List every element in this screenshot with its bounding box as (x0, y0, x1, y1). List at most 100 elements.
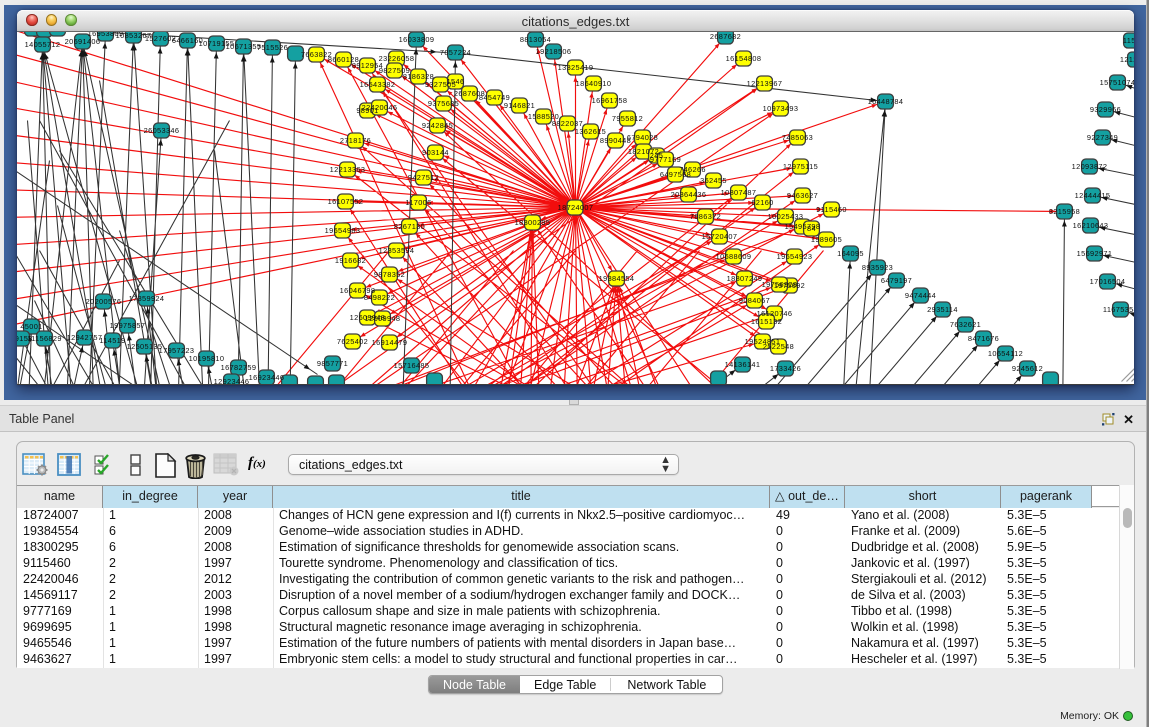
svg-text:1546: 1546 (447, 76, 465, 85)
svg-text:8215958: 8215958 (1049, 206, 1080, 215)
svg-text:20200576: 20200576 (86, 296, 122, 305)
svg-text:12213363: 12213363 (330, 164, 366, 173)
svg-text:15751074: 15751074 (1100, 77, 1134, 86)
svg-text:14055712: 14055712 (25, 39, 61, 48)
svg-text:7955812: 7955812 (612, 113, 643, 122)
svg-text:16961758: 16961758 (592, 95, 628, 104)
svg-text:9463627: 9463627 (787, 190, 818, 199)
svg-text:10973493: 10973493 (763, 103, 799, 112)
svg-text:14136141: 14136141 (725, 359, 761, 368)
svg-text:18300295: 18300295 (515, 217, 551, 226)
svg-text:16543382: 16543382 (360, 79, 396, 88)
svg-text:362455: 362455 (700, 175, 727, 184)
svg-text:84: 84 (807, 223, 816, 232)
svg-text:16448784: 16448784 (868, 96, 904, 105)
svg-text:10025433: 10025433 (768, 211, 804, 220)
svg-text:45001: 45001 (20, 321, 42, 330)
svg-text:12923446: 12923446 (214, 376, 250, 384)
svg-text:19384554: 19384554 (599, 273, 635, 282)
svg-text:8935923: 8935923 (862, 262, 893, 271)
svg-text:9329966: 9329966 (1090, 104, 1121, 113)
svg-text:19975857: 19975857 (110, 320, 146, 329)
svg-text:18724007: 18724007 (558, 202, 594, 211)
svg-text:1989605: 1989605 (811, 234, 842, 243)
svg-text:22420046: 22420046 (362, 102, 398, 111)
svg-text:15716485: 15716485 (394, 360, 430, 369)
svg-text:10807487: 10807487 (721, 187, 757, 196)
svg-text:10688609: 10688609 (716, 251, 752, 260)
svg-text:9857771: 9857771 (317, 358, 348, 367)
svg-text:12609948: 12609948 (365, 313, 401, 322)
svg-text:18807249: 18807249 (727, 273, 763, 282)
svg-text:8498222: 8498222 (364, 292, 395, 301)
svg-text:16107552: 16107552 (328, 196, 364, 205)
svg-text:6794028: 6794028 (627, 132, 658, 141)
svg-text:2718176: 2718176 (340, 135, 371, 144)
svg-text:9146821: 9146821 (504, 100, 535, 109)
svg-text:19756928: 19756928 (762, 279, 798, 288)
svg-text:13325419: 13325419 (558, 62, 594, 71)
svg-text:15692971: 15692971 (1077, 248, 1113, 257)
svg-text:19218506: 19218506 (536, 46, 572, 55)
svg-text:12505135: 12505135 (127, 341, 163, 350)
svg-text:9115460: 9115460 (816, 204, 847, 213)
svg-text:16210643: 16210643 (1073, 220, 1109, 229)
svg-text:1212435: 1212435 (1120, 54, 1134, 63)
svg-text:12213967: 12213967 (747, 78, 783, 87)
svg-text:9427512: 9427512 (408, 172, 439, 181)
svg-text:164095: 164095 (837, 248, 864, 257)
svg-text:6479197: 6479197 (881, 275, 912, 284)
svg-text:20691406: 20691406 (65, 36, 101, 45)
svg-text:746266: 746266 (679, 164, 706, 173)
svg-text:16033809: 16033809 (399, 34, 435, 43)
svg-text:17359924: 17359924 (129, 293, 165, 302)
svg-text:1916682: 1916682 (335, 255, 366, 264)
svg-text:1362615: 1362615 (575, 126, 606, 135)
svg-text:117006: 117006 (405, 197, 431, 206)
svg-text:9227349: 9227349 (1087, 132, 1118, 141)
svg-text:16923446: 16923446 (249, 372, 285, 381)
svg-text:9777169: 9777169 (650, 154, 681, 163)
svg-text:7485063: 7485063 (782, 132, 813, 141)
svg-text:12942757: 12942757 (67, 332, 103, 341)
svg-text:7632621: 7632621 (950, 319, 981, 328)
svg-text:114519: 114519 (99, 335, 125, 344)
svg-text:19654923: 19654923 (777, 251, 813, 260)
svg-text:9474444: 9474444 (905, 290, 936, 299)
svg-text:2522548: 2522548 (763, 341, 794, 350)
svg-text:12093872: 12093872 (1072, 161, 1108, 170)
svg-text:11675354: 11675354 (1103, 304, 1134, 313)
svg-text:12353594: 12353594 (379, 245, 415, 254)
svg-text:9878352: 9878352 (374, 269, 405, 278)
svg-text:2687682: 2687682 (710, 32, 741, 41)
svg-text:9084067: 9084067 (739, 295, 770, 304)
svg-text:19654983: 19654983 (325, 225, 361, 234)
svg-text:9375685: 9375685 (428, 98, 459, 107)
svg-text:10195810: 10195810 (189, 353, 225, 362)
svg-text:9245612: 9245612 (1012, 363, 1043, 372)
svg-text:7857224: 7857224 (440, 47, 471, 56)
svg-text:15720407: 15720407 (702, 231, 738, 240)
svg-text:9242845: 9242845 (422, 120, 453, 129)
svg-text:8813054: 8813054 (520, 34, 551, 43)
svg-text:16914479: 16914479 (372, 337, 408, 346)
svg-text:18640910: 18640910 (576, 78, 612, 87)
svg-text:7515526: 7515526 (257, 42, 288, 51)
svg-text:1733426: 1733426 (770, 363, 801, 372)
svg-text:11156829: 11156829 (27, 333, 62, 342)
svg-text:7886372: 7886372 (690, 211, 721, 220)
svg-text:903144: 903144 (422, 147, 449, 156)
svg-text:1151: 1151 (1123, 35, 1134, 44)
svg-text:26053346: 26053346 (144, 125, 180, 134)
svg-text:62160: 62160 (751, 197, 773, 206)
svg-text:20364436: 20364436 (671, 189, 707, 198)
svg-text:23226058: 23226058 (379, 53, 415, 62)
svg-text:12975115: 12975115 (783, 161, 818, 170)
svg-text:16154808: 16154808 (726, 53, 762, 62)
svg-text:8267130: 8267130 (394, 221, 425, 230)
svg-text:7625402: 7625402 (337, 336, 368, 345)
svg-text:2935114: 2935114 (927, 304, 958, 313)
svg-text:8471676: 8471676 (968, 333, 999, 342)
svg-text:10654112: 10654112 (988, 348, 1023, 357)
svg-text:17016504: 17016504 (1090, 276, 1126, 285)
